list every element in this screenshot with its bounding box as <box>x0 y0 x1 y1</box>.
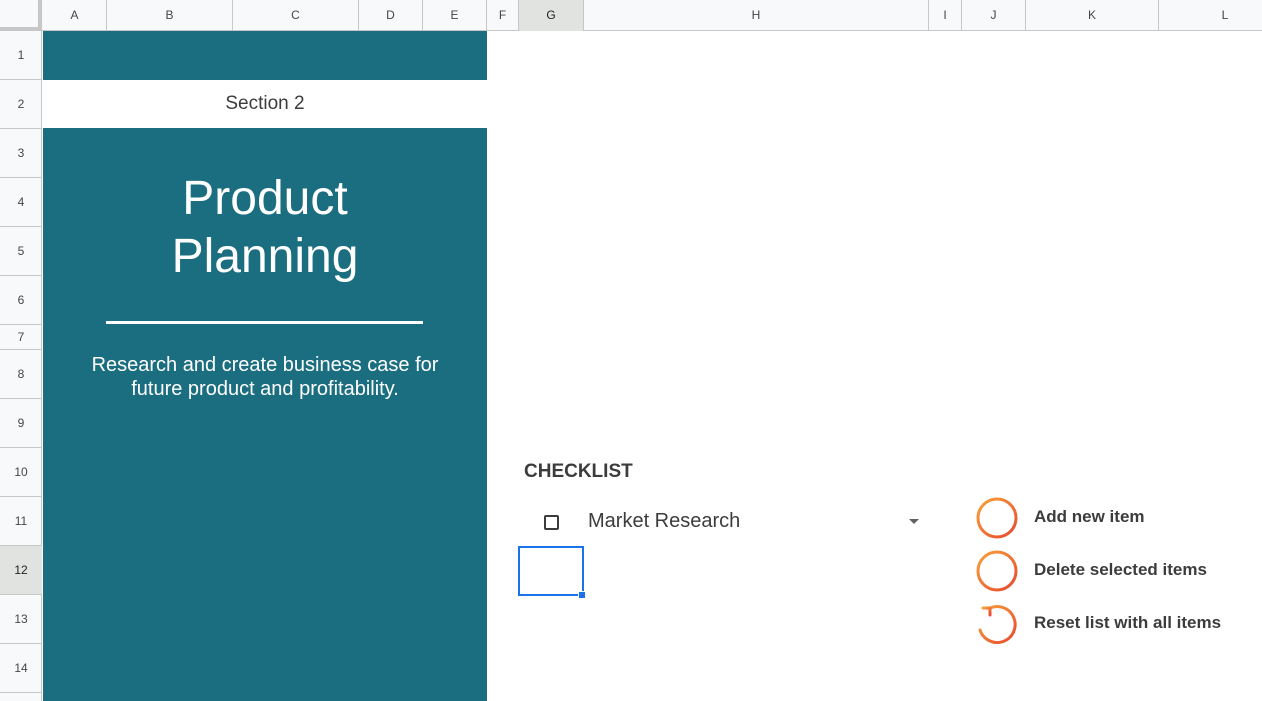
column-header-h[interactable]: H <box>584 0 929 31</box>
column-header-e[interactable]: E <box>423 0 487 31</box>
column-header-d[interactable]: D <box>359 0 423 31</box>
select-all-corner[interactable] <box>0 0 42 31</box>
row-header-6[interactable]: 6 <box>0 276 42 325</box>
selected-cell-g12[interactable] <box>518 546 584 596</box>
panel-description: Research and create business case for fu… <box>91 354 439 400</box>
market-research-checkbox[interactable] <box>544 515 559 530</box>
checklist-title: CHECKLIST <box>524 461 633 482</box>
column-header-c[interactable]: C <box>233 0 359 31</box>
row-header-1[interactable]: 1 <box>0 31 42 80</box>
panel-title: Product Planning <box>43 170 487 286</box>
panel-title-line1: Product <box>182 172 348 225</box>
reset-list-label: Reset list with all items <box>1034 613 1222 632</box>
checklist-item-label[interactable]: Market Research <box>588 510 740 533</box>
reset-icon <box>978 605 1017 644</box>
column-header-g[interactable]: G <box>519 0 584 31</box>
fill-handle[interactable] <box>578 591 586 599</box>
row-header-3[interactable]: 3 <box>0 129 42 178</box>
row-header-bar: 1 2 3 4 5 6 7 8 9 10 11 12 13 14 <box>0 31 42 701</box>
add-item-label: Add new item <box>1034 507 1145 526</box>
row-header-14[interactable]: 14 <box>0 644 42 693</box>
row-header-13[interactable]: 13 <box>0 595 42 644</box>
column-header-k[interactable]: K <box>1026 0 1159 31</box>
column-header-j[interactable]: J <box>962 0 1026 31</box>
section-label[interactable]: Section 2 <box>43 80 487 128</box>
plus-circle-icon <box>976 497 1018 539</box>
chevron-down-icon[interactable] <box>909 519 919 524</box>
column-header-bar: A B C D E F G H I J K L <box>0 0 1262 31</box>
row-header-11[interactable]: 11 <box>0 497 42 546</box>
row-header-9[interactable]: 9 <box>0 399 42 448</box>
minus-circle-icon <box>976 550 1018 592</box>
column-header-a[interactable]: A <box>43 0 107 31</box>
row-header-4[interactable]: 4 <box>0 178 42 227</box>
title-divider <box>106 321 423 324</box>
panel-title-line2: Planning <box>171 230 359 283</box>
column-header-i[interactable]: I <box>929 0 962 31</box>
delete-items-label: Delete selected items <box>1034 560 1207 579</box>
column-header-l[interactable]: L <box>1159 0 1262 31</box>
row-header-7[interactable]: 7 <box>0 325 42 350</box>
column-header-b[interactable]: B <box>107 0 233 31</box>
row-header-12[interactable]: 12 <box>0 546 42 595</box>
row-header-2[interactable]: 2 <box>0 80 42 129</box>
row-header-10[interactable]: 10 <box>0 448 42 497</box>
column-header-f[interactable]: F <box>487 0 519 31</box>
row-header-8[interactable]: 8 <box>0 350 42 399</box>
row-header-5[interactable]: 5 <box>0 227 42 276</box>
